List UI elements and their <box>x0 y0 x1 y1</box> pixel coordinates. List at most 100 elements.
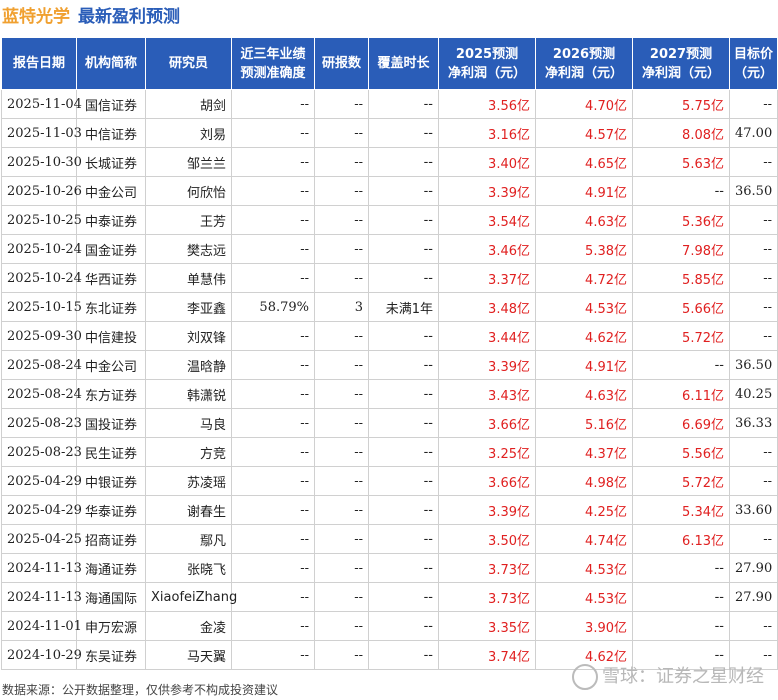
table-cell: 方竞 <box>145 437 232 467</box>
table-cell: 58.79% <box>231 292 315 322</box>
table-cell: 3.35亿 <box>438 611 536 641</box>
table-cell: -- <box>314 176 369 206</box>
table-cell: -- <box>231 379 315 409</box>
table-cell: 3.48亿 <box>438 292 536 322</box>
table-cell: 招商证券 <box>76 524 146 554</box>
table-cell: -- <box>231 408 315 438</box>
table-row: 2025-11-03 中信证券 刘易 -- -- -- 3.16亿 4.57亿 8.08亿 47.… <box>1 118 778 148</box>
table-cell: 2024-10-29 <box>1 640 82 670</box>
table-cell: 鄢凡 <box>145 524 232 554</box>
table-cell: 3.73亿 <box>438 553 536 583</box>
table-cell: -- <box>729 263 778 293</box>
table-row: 2024-11-01 申万宏源 金凌 -- -- -- 3.35亿 3.90亿 -- -- <box>1 611 778 641</box>
table-body: 2025-11-04 国信证券 胡剑 -- -- -- 3.56亿 4.70亿 5.75亿 -- 2… <box>1 89 778 670</box>
table-cell: 中信建投 <box>76 321 146 351</box>
table-cell: 东方证券 <box>76 379 146 409</box>
table-cell: 2025-10-15 <box>1 292 82 322</box>
table-cell: -- <box>368 466 439 496</box>
table-cell: 6.13亿 <box>632 524 730 554</box>
table-cell: 4.57亿 <box>535 118 633 148</box>
table-row: 2025-10-25 中泰证券 王芳 -- -- -- 3.54亿 4.63亿 5.36亿 -- <box>1 205 778 235</box>
table-cell: -- <box>314 524 369 554</box>
table-cell: 27.90 <box>729 553 778 583</box>
table-cell: -- <box>314 553 369 583</box>
table-cell: 单慧伟 <box>145 263 232 293</box>
table-cell: -- <box>314 350 369 380</box>
table-cell: -- <box>368 350 439 380</box>
table-row: 2025-11-04 国信证券 胡剑 -- -- -- 3.56亿 4.70亿 5.75亿 -- <box>1 89 778 119</box>
table-cell: -- <box>314 437 369 467</box>
table-cell: 7.98亿 <box>632 234 730 264</box>
table-cell: 金凌 <box>145 611 232 641</box>
table-cell: 中泰证券 <box>76 205 146 235</box>
table-cell: -- <box>632 582 730 612</box>
table-cell: 2024-11-01 <box>1 611 82 641</box>
table-header-row: 报告日期 机构简称 研究员 近三年业绩 预测准确度 研报数 覆盖时长 2025预测 净利润（元）… <box>1 37 778 90</box>
table-row: 2025-04-25 招商证券 鄢凡 -- -- -- 3.50亿 4.74亿 6.13亿 -- <box>1 524 778 554</box>
table-cell: 5.72亿 <box>632 466 730 496</box>
table-cell: 2025-08-23 <box>1 437 82 467</box>
table-cell: 3.73亿 <box>438 582 536 612</box>
table-cell: 2025-11-04 <box>1 89 82 119</box>
table-cell: -- <box>314 205 369 235</box>
table-cell: -- <box>231 263 315 293</box>
table-cell: 2025-04-29 <box>1 495 82 525</box>
table-cell: 3.90亿 <box>535 611 633 641</box>
table-cell: -- <box>314 379 369 409</box>
table-cell: 东北证券 <box>76 292 146 322</box>
table-cell: 李亚鑫 <box>145 292 232 322</box>
table-cell: 36.33 <box>729 408 778 438</box>
table-cell: -- <box>632 553 730 583</box>
table-cell: 中银证券 <box>76 466 146 496</box>
table-cell: -- <box>231 147 315 177</box>
table-cell: 未满1年 <box>368 292 439 322</box>
table-cell: 2025-04-25 <box>1 524 82 554</box>
table-cell: -- <box>368 205 439 235</box>
table-cell: -- <box>368 176 439 206</box>
table-cell: 2025-10-24 <box>1 263 82 293</box>
table-cell: 3.40亿 <box>438 147 536 177</box>
table-cell: -- <box>368 89 439 119</box>
table-cell: 3.66亿 <box>438 408 536 438</box>
table-cell: 长城证券 <box>76 147 146 177</box>
table-cell: -- <box>314 263 369 293</box>
table-cell: -- <box>314 321 369 351</box>
table-cell: 马良 <box>145 408 232 438</box>
table-cell: 4.63亿 <box>535 205 633 235</box>
table-cell: -- <box>231 234 315 264</box>
table-cell: 华西证券 <box>76 263 146 293</box>
table-cell: 胡剑 <box>145 89 232 119</box>
table-cell: 3.37亿 <box>438 263 536 293</box>
table-cell: 申万宏源 <box>76 611 146 641</box>
table-cell: 3.43亿 <box>438 379 536 409</box>
data-source-note: 数据来源：公开数据整理，仅供参考不构成投资建议 <box>2 683 279 697</box>
table-row: 2025-08-24 东方证券 韩潇锐 -- -- -- 3.43亿 4.63亿 6.11亿 40… <box>1 379 778 409</box>
table-cell: 36.50 <box>729 176 778 206</box>
table-cell: 6.11亿 <box>632 379 730 409</box>
table-cell: -- <box>368 147 439 177</box>
table-cell: -- <box>368 263 439 293</box>
table-cell: 2025-10-24 <box>1 234 82 264</box>
column-header-4: 研报数 <box>314 37 369 90</box>
table-cell: 3.39亿 <box>438 350 536 380</box>
table-row: 2025-09-30 中信建投 刘双锋 -- -- -- 3.44亿 4.62亿 5.72亿 -- <box>1 321 778 351</box>
table-cell: 4.72亿 <box>535 263 633 293</box>
table-cell: 2025-09-30 <box>1 321 82 351</box>
table-cell: 5.38亿 <box>535 234 633 264</box>
table-cell: -- <box>729 147 778 177</box>
forecast-table: 报告日期 机构简称 研究员 近三年业绩 预测准确度 研报数 覆盖时长 2025预测 净利润（元）… <box>1 37 778 670</box>
column-header-3: 近三年业绩 预测准确度 <box>231 37 315 90</box>
page-title: 蓝特光学 最新盈利预测 <box>2 2 180 28</box>
table-cell: -- <box>632 611 730 641</box>
table-cell: -- <box>729 205 778 235</box>
table-cell: 张晓飞 <box>145 553 232 583</box>
table-cell: 4.25亿 <box>535 495 633 525</box>
table-cell: 2025-10-26 <box>1 176 82 206</box>
table-cell: 3.39亿 <box>438 495 536 525</box>
table-cell: -- <box>729 89 778 119</box>
table-cell: 5.16亿 <box>535 408 633 438</box>
table-cell: 3.56亿 <box>438 89 536 119</box>
table-cell: 马天翼 <box>145 640 232 670</box>
column-header-9: 目标价 （元） <box>729 37 778 90</box>
table-cell: -- <box>729 321 778 351</box>
